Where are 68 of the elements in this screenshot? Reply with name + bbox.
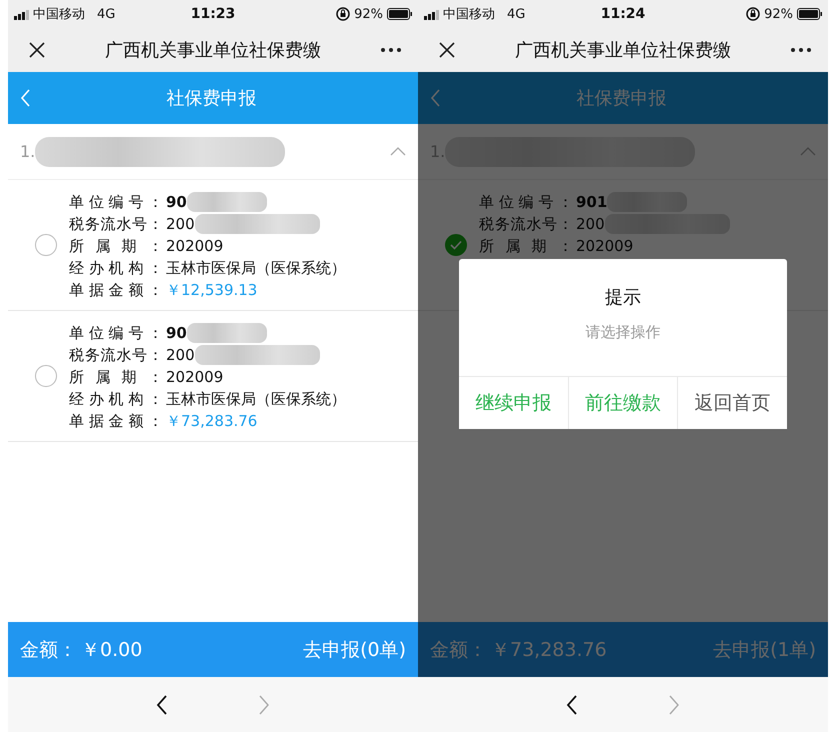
submit-link[interactable]: 去申报(0单) [303,636,406,662]
field-label: 所属期： [479,236,573,256]
field-value: 200 [576,215,605,233]
rotation-lock-icon [336,7,350,21]
field-label: 单位编号： [479,192,573,212]
field-value: 202009 [166,237,224,255]
dialog-title: 提示 [604,286,642,309]
header-title: 社保费申报 [166,87,258,110]
network-type: 4G [507,6,526,22]
field-value: 200 [166,346,195,364]
radio-button[interactable] [35,234,57,256]
carrier-name: 中国移动 [33,6,85,23]
amount-label: 金额： [20,638,77,662]
field-value: 90 [166,193,187,211]
dialog-message: 请选择操作 [584,323,662,342]
battery-icon [797,8,822,20]
signal-icon [14,8,29,20]
amount-label: 金额： [430,638,487,662]
back-icon[interactable] [156,694,168,714]
field-label: 所属期： [69,236,163,256]
page-title: 广西机关事业单位社保费缴 [104,39,322,62]
field-label: 所属期： [69,368,163,386]
battery-percent: 92% [764,6,794,22]
submit-link[interactable]: 去申报(1单) [713,636,816,662]
network-type: 4G [97,6,116,22]
total-amount: ￥73,283.76 [491,638,607,662]
carrier-name: 中国移动 [443,6,495,23]
signal-icon [424,8,439,20]
header-title: 社保费申报 [576,87,668,110]
close-icon[interactable] [438,41,456,59]
more-icon[interactable] [380,47,402,53]
group-title: 1. [20,142,36,161]
battery-icon [387,8,412,20]
amount-value: ￥12,539.13 [166,280,258,300]
forward-icon[interactable] [258,694,270,714]
field-label: 经办机构： [69,258,163,278]
clock-time: 11:24 [600,6,646,22]
field-label: 单据金额： [69,280,163,300]
field-label: 税务流水号： [69,346,163,364]
field-value: 202009 [166,368,224,386]
field-label: 单位编号： [69,192,163,212]
field-value: 90 [166,324,187,342]
rotation-lock-icon [746,7,760,21]
check-icon [450,240,462,250]
dialog-button[interactable]: 返回首页 [677,377,788,429]
field-value: 玉林市医保局（医保系统） [166,258,346,278]
field-value: 202009 [576,237,634,255]
radio-button[interactable] [35,365,57,387]
more-icon[interactable] [790,47,812,53]
back-icon[interactable] [566,694,578,714]
total-amount: ￥0.00 [81,638,142,662]
field-label: 经办机构： [69,390,163,408]
checked-radio[interactable] [445,234,467,256]
close-icon[interactable] [28,41,46,59]
field-label: 税务流水号： [479,214,573,234]
field-value: 200 [166,215,195,233]
forward-icon[interactable] [668,694,680,714]
battery-percent: 92% [354,6,384,22]
chevron-up-icon[interactable] [390,147,406,156]
field-label: 单据金额： [69,412,163,430]
field-label: 税务流水号： [69,214,163,234]
field-value: 901 [576,193,608,211]
clock-time: 11:23 [190,6,236,22]
amount-value: ￥73,283.76 [166,412,258,430]
field-value: 玉林市医保局（医保系统） [166,390,346,408]
chevron-up-icon[interactable] [800,147,816,156]
field-label: 单位编号： [69,324,163,342]
page-title: 广西机关事业单位社保费缴 [514,39,732,62]
